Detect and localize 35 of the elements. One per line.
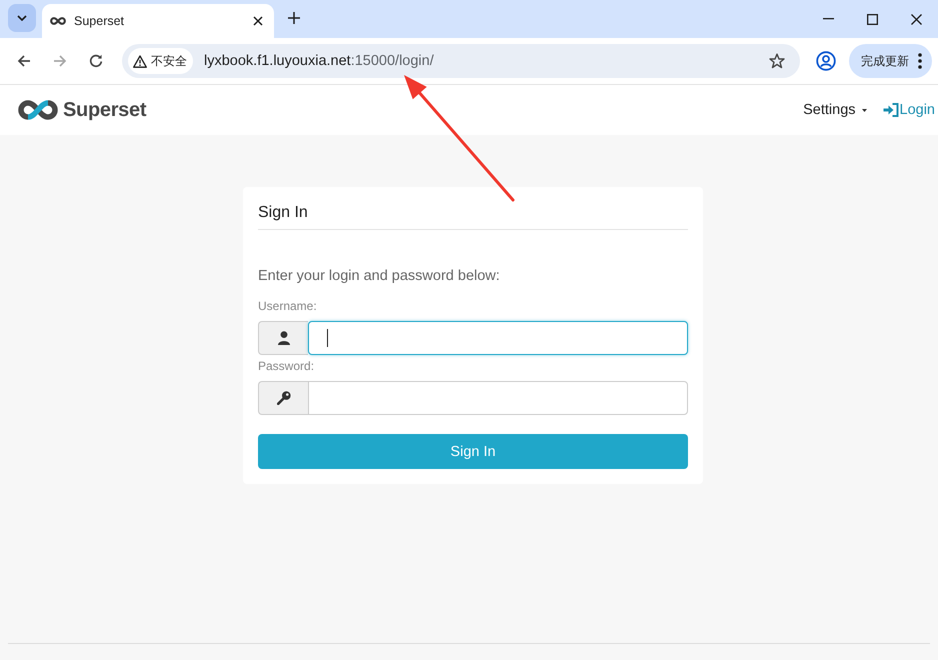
maximize-icon	[866, 14, 878, 24]
kebab-menu-icon	[918, 53, 922, 69]
settings-menu[interactable]: Settings	[803, 102, 867, 118]
close-icon	[910, 14, 922, 24]
profile-button[interactable]	[814, 49, 838, 73]
profile-icon	[816, 51, 836, 71]
card-title: Sign In	[258, 202, 688, 230]
plus-icon	[288, 12, 300, 24]
user-icon	[278, 331, 290, 345]
caret-down-icon	[862, 108, 867, 112]
back-arrow-icon	[17, 54, 31, 68]
login-link[interactable]: Login	[882, 102, 935, 118]
warning-icon	[133, 54, 147, 68]
key-icon	[276, 391, 290, 405]
reload-icon	[89, 54, 103, 68]
minimize-icon	[822, 18, 834, 20]
address-bar[interactable]: 不安全 lyxbook.f1.luyouxia.net:15000/login/	[122, 44, 800, 78]
brand-name: Superset	[63, 98, 146, 122]
sign-in-icon	[882, 103, 899, 117]
update-button[interactable]: 完成更新	[849, 44, 932, 78]
star-icon	[769, 53, 785, 69]
browser-tab[interactable]: Superset	[42, 4, 274, 38]
username-label: Username:	[258, 298, 318, 314]
tab-list-button[interactable]	[8, 4, 36, 32]
url-text: lyxbook.f1.luyouxia.net:15000/login/	[204, 53, 434, 69]
infinity-logo-icon	[18, 100, 58, 120]
password-label: Password:	[258, 358, 316, 374]
close-icon	[253, 16, 263, 26]
forward-arrow-icon	[53, 54, 67, 68]
instructions-text: Enter your login and password below:	[258, 267, 501, 286]
infinity-favicon-icon	[50, 17, 66, 25]
chevron-down-icon	[17, 15, 27, 21]
password-field[interactable]	[308, 381, 688, 415]
security-chip[interactable]: 不安全	[128, 48, 193, 74]
username-field[interactable]	[308, 321, 688, 355]
